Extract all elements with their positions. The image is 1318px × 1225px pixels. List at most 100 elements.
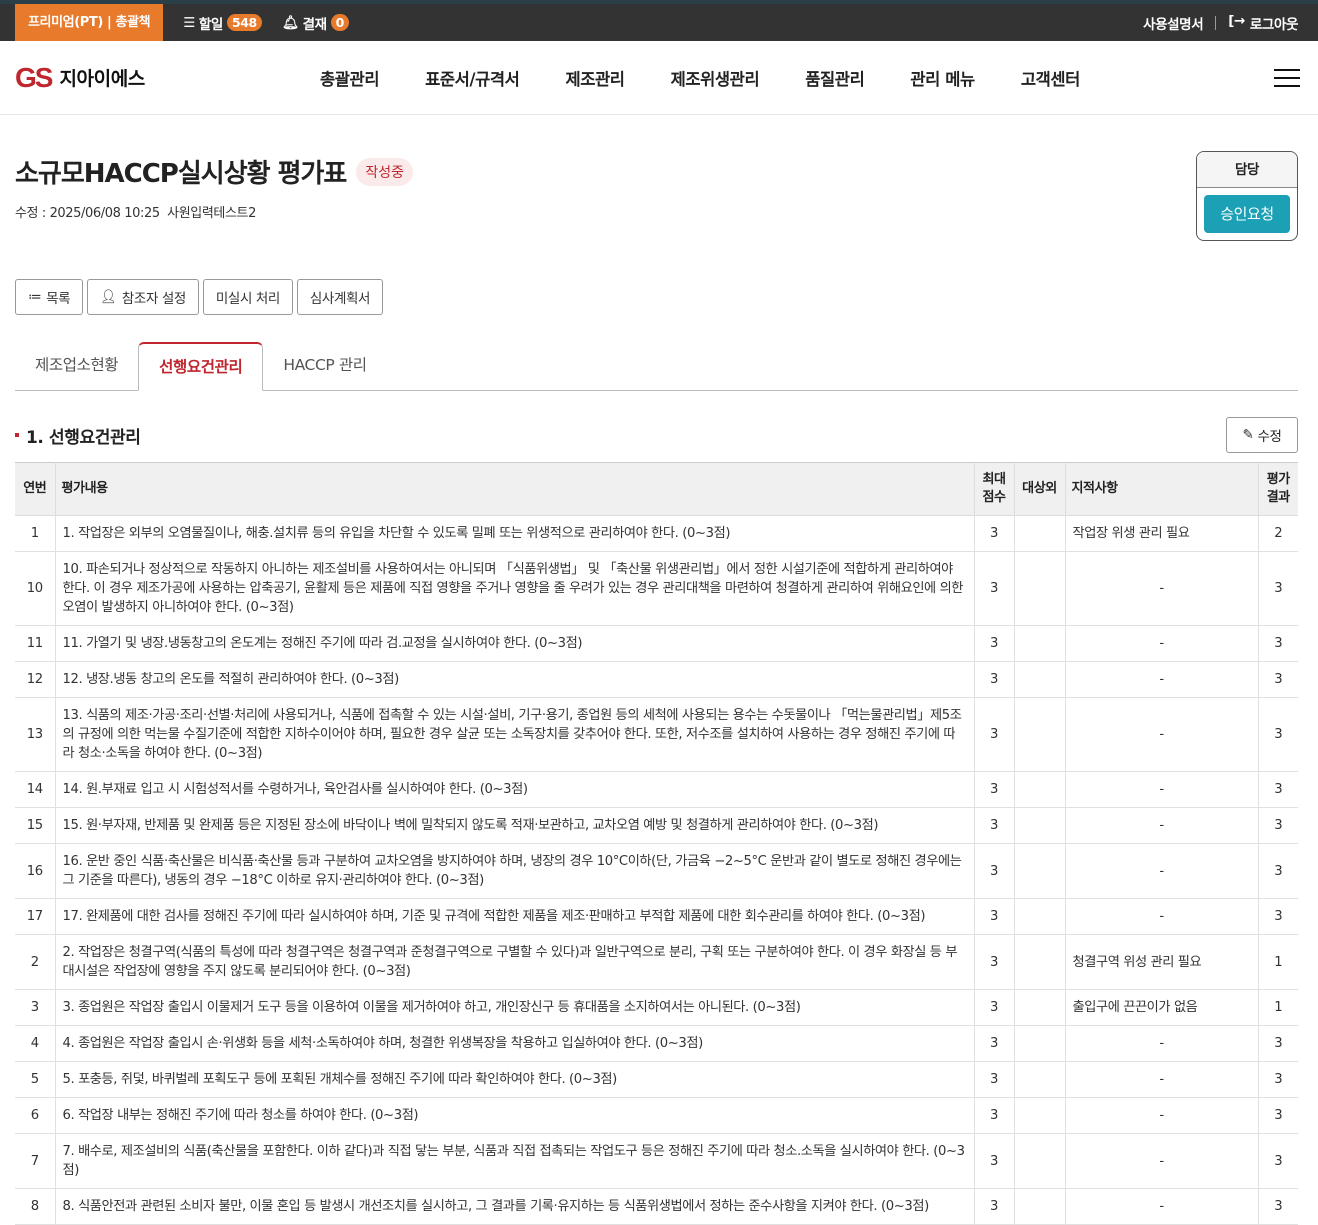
logout-label: 로그아웃: [1249, 16, 1298, 33]
row-excluded: [1013, 661, 1066, 698]
bell-icon: 🔔︎: [281, 14, 299, 31]
row-result[interactable]: 3: [1257, 843, 1298, 899]
approval-link[interactable]: 🔔︎ 결재 0: [282, 13, 349, 33]
modified-info: 수정 : 2025/06/08 10:25 사원입력테스트2: [15, 206, 256, 221]
row-finding[interactable]: 출입구에 끈끈이가 없음: [1064, 989, 1259, 1026]
hamburger-menu-icon[interactable]: [1274, 69, 1300, 93]
not-performed-button[interactable]: 미실시 처리: [202, 279, 293, 315]
approval-count: 0: [330, 14, 349, 31]
row-finding[interactable]: -: [1064, 1188, 1259, 1225]
row-result[interactable]: 3: [1257, 898, 1298, 935]
list-button[interactable]: ≔ 목록: [15, 279, 84, 315]
nav-item[interactable]: 제조위생관리: [671, 66, 760, 90]
audit-plan-button[interactable]: 심사계획서: [296, 279, 384, 315]
row-finding[interactable]: -: [1064, 625, 1259, 662]
row-content[interactable]: 8. 식품안전과 관련된 소비자 불만, 이물 혼입 등 발생시 개선조치를 실…: [54, 1188, 975, 1225]
row-content[interactable]: 7. 배수로, 제조설비의 식품(축산물을 포함한다. 이하 같다)과 직접 닿…: [54, 1133, 975, 1189]
tab-haccp[interactable]: HACCP 관리: [263, 342, 386, 390]
row-excluded: [1013, 771, 1066, 808]
table-row: 16 16. 운반 중인 식품·축산물은 비식품·축산물 등과 구분하여 교차오염…: [15, 843, 1298, 899]
row-finding[interactable]: -: [1064, 1133, 1259, 1189]
row-content[interactable]: 3. 종업원은 작업장 출입시 이물제거 도구 등을 이용하여 이물을 제거하여…: [54, 989, 975, 1026]
row-result[interactable]: 1: [1257, 934, 1298, 990]
row-content[interactable]: 1. 작업장은 외부의 오염물질이나, 해충.설치류 등의 유입을 차단할 수 …: [54, 515, 975, 552]
row-result[interactable]: 3: [1257, 1188, 1298, 1225]
nav-item[interactable]: 표준서/규격서: [425, 66, 520, 90]
row-excluded: [1013, 1097, 1066, 1134]
row-number: 13: [15, 697, 56, 772]
row-max-score: 3: [973, 898, 1015, 935]
tab-factory-status[interactable]: 제조업소현황: [15, 342, 138, 390]
table-row: 15 15. 원·부자재, 반제품 및 완제품 등은 지정된 장소에 바닥이나 벽…: [15, 807, 1298, 844]
row-max-score: 3: [973, 625, 1015, 662]
reference-button-label: 참조자 설정: [121, 291, 186, 307]
row-result[interactable]: 3: [1257, 625, 1298, 662]
row-finding[interactable]: -: [1064, 898, 1259, 935]
row-finding[interactable]: -: [1064, 771, 1259, 808]
row-result[interactable]: 3: [1257, 1097, 1298, 1134]
reference-settings-button[interactable]: 👤︎ 참조자 설정: [87, 279, 199, 315]
row-max-score: 3: [973, 1025, 1015, 1062]
row-content[interactable]: 14. 원.부재료 입고 시 시험성적서를 수령하거나, 육안검사를 실시하여야…: [54, 771, 975, 808]
row-content[interactable]: 4. 종업원은 작업장 출입시 손·위생화 등을 세척·소독하여야 하며, 청결…: [54, 1025, 975, 1062]
manual-link[interactable]: 사용설명서: [1143, 13, 1204, 33]
row-max-score: 3: [973, 989, 1015, 1026]
row-content[interactable]: 15. 원·부자재, 반제품 및 완제품 등은 지정된 장소에 바닥이나 벽에 …: [54, 807, 975, 844]
approval-request-button[interactable]: 승인요청: [1204, 195, 1290, 233]
row-excluded: [1013, 1061, 1066, 1098]
tab-prerequisite[interactable]: 선행요건관리: [138, 342, 264, 391]
plan-badge[interactable]: 프리미엄(PT) | 총괄책: [15, 4, 164, 41]
nav-item[interactable]: 총괄관리: [320, 66, 380, 90]
row-finding[interactable]: -: [1064, 697, 1259, 772]
row-result[interactable]: 3: [1257, 1025, 1298, 1062]
approval-label: 결재: [302, 16, 327, 33]
row-finding[interactable]: -: [1064, 1061, 1259, 1098]
row-result[interactable]: 3: [1257, 661, 1298, 698]
table-row: 1 1. 작업장은 외부의 오염물질이나, 해충.설치류 등의 유입을 차단할 수…: [15, 515, 1298, 552]
row-content[interactable]: 17. 완제품에 대한 검사를 정해진 주기에 따라 실시하여야 하며, 기준 …: [54, 898, 975, 935]
row-finding[interactable]: -: [1064, 551, 1259, 626]
todo-link[interactable]: ☰ 할일 548: [183, 13, 262, 33]
row-max-score: 3: [973, 515, 1015, 552]
row-number: 10: [15, 551, 56, 626]
row-result[interactable]: 1: [1257, 989, 1298, 1026]
edit-button[interactable]: ✎ 수정: [1226, 417, 1298, 453]
row-finding[interactable]: 청결구역 위성 관리 필요: [1064, 934, 1259, 990]
row-content[interactable]: 2. 작업장은 청결구역(식품의 특성에 따라 청결구역은 청결구역과 준청결구…: [54, 934, 975, 990]
row-finding[interactable]: 작업장 위생 관리 필요: [1064, 515, 1259, 552]
nav-item[interactable]: 제조관리: [565, 66, 625, 90]
row-max-score: 3: [973, 843, 1015, 899]
logout-link[interactable]: [→ 로그아웃: [1228, 13, 1298, 33]
row-content[interactable]: 11. 가열기 및 냉장.냉동창고의 온도계는 정해진 주기에 따라 검.교정을…: [54, 625, 975, 662]
row-finding[interactable]: -: [1064, 1025, 1259, 1062]
nav-item[interactable]: 고객센터: [1021, 66, 1081, 90]
row-finding[interactable]: -: [1064, 807, 1259, 844]
row-result[interactable]: 3: [1257, 697, 1298, 772]
row-number: 2: [15, 934, 56, 990]
row-result[interactable]: 3: [1257, 1133, 1298, 1189]
tab-bar: 제조업소현황 선행요건관리 HACCP 관리: [15, 342, 1298, 391]
row-content[interactable]: 12. 냉장.냉동 창고의 온도를 적절히 관리하여야 한다. (0~3점): [54, 661, 975, 698]
row-finding[interactable]: -: [1064, 661, 1259, 698]
table-row: 12 12. 냉장.냉동 창고의 온도를 적절히 관리하여야 한다. (0~3점)…: [15, 661, 1298, 698]
row-result[interactable]: 3: [1257, 771, 1298, 808]
row-result[interactable]: 3: [1257, 1061, 1298, 1098]
row-content[interactable]: 10. 파손되거나 정상적으로 작동하지 아니하는 제조설비를 사용하여서는 아…: [54, 551, 975, 626]
row-result[interactable]: 3: [1257, 807, 1298, 844]
row-content[interactable]: 16. 운반 중인 식품·축산물은 비식품·축산물 등과 구분하여 교차오염을 …: [54, 843, 975, 899]
row-number: 15: [15, 807, 56, 844]
logo[interactable]: GS 지아이에스: [15, 62, 145, 94]
row-result[interactable]: 2: [1257, 515, 1298, 552]
list-button-label: 목록: [46, 291, 71, 307]
row-finding[interactable]: -: [1064, 843, 1259, 899]
row-excluded: [1013, 1133, 1066, 1189]
row-content[interactable]: 5. 포충등, 쥐덫, 바퀴벌레 포획도구 등에 포획된 개체수를 정해진 주기…: [54, 1061, 975, 1098]
table-row: 14 14. 원.부재료 입고 시 시험성적서를 수령하거나, 육안검사를 실시하…: [15, 771, 1298, 808]
row-result[interactable]: 3: [1257, 551, 1298, 626]
row-content[interactable]: 13. 식품의 제조·가공·조리·선별·처리에 사용되거나, 식품에 접촉할 수…: [54, 697, 975, 772]
nav-item[interactable]: 관리 메뉴: [910, 66, 975, 90]
row-finding[interactable]: -: [1064, 1097, 1259, 1134]
row-content[interactable]: 6. 작업장 내부는 정해진 주기에 따라 청소를 하여야 한다. (0~3점): [54, 1097, 975, 1134]
col-header-finding: 지적사항: [1064, 462, 1259, 516]
nav-item[interactable]: 품질관리: [805, 66, 865, 90]
